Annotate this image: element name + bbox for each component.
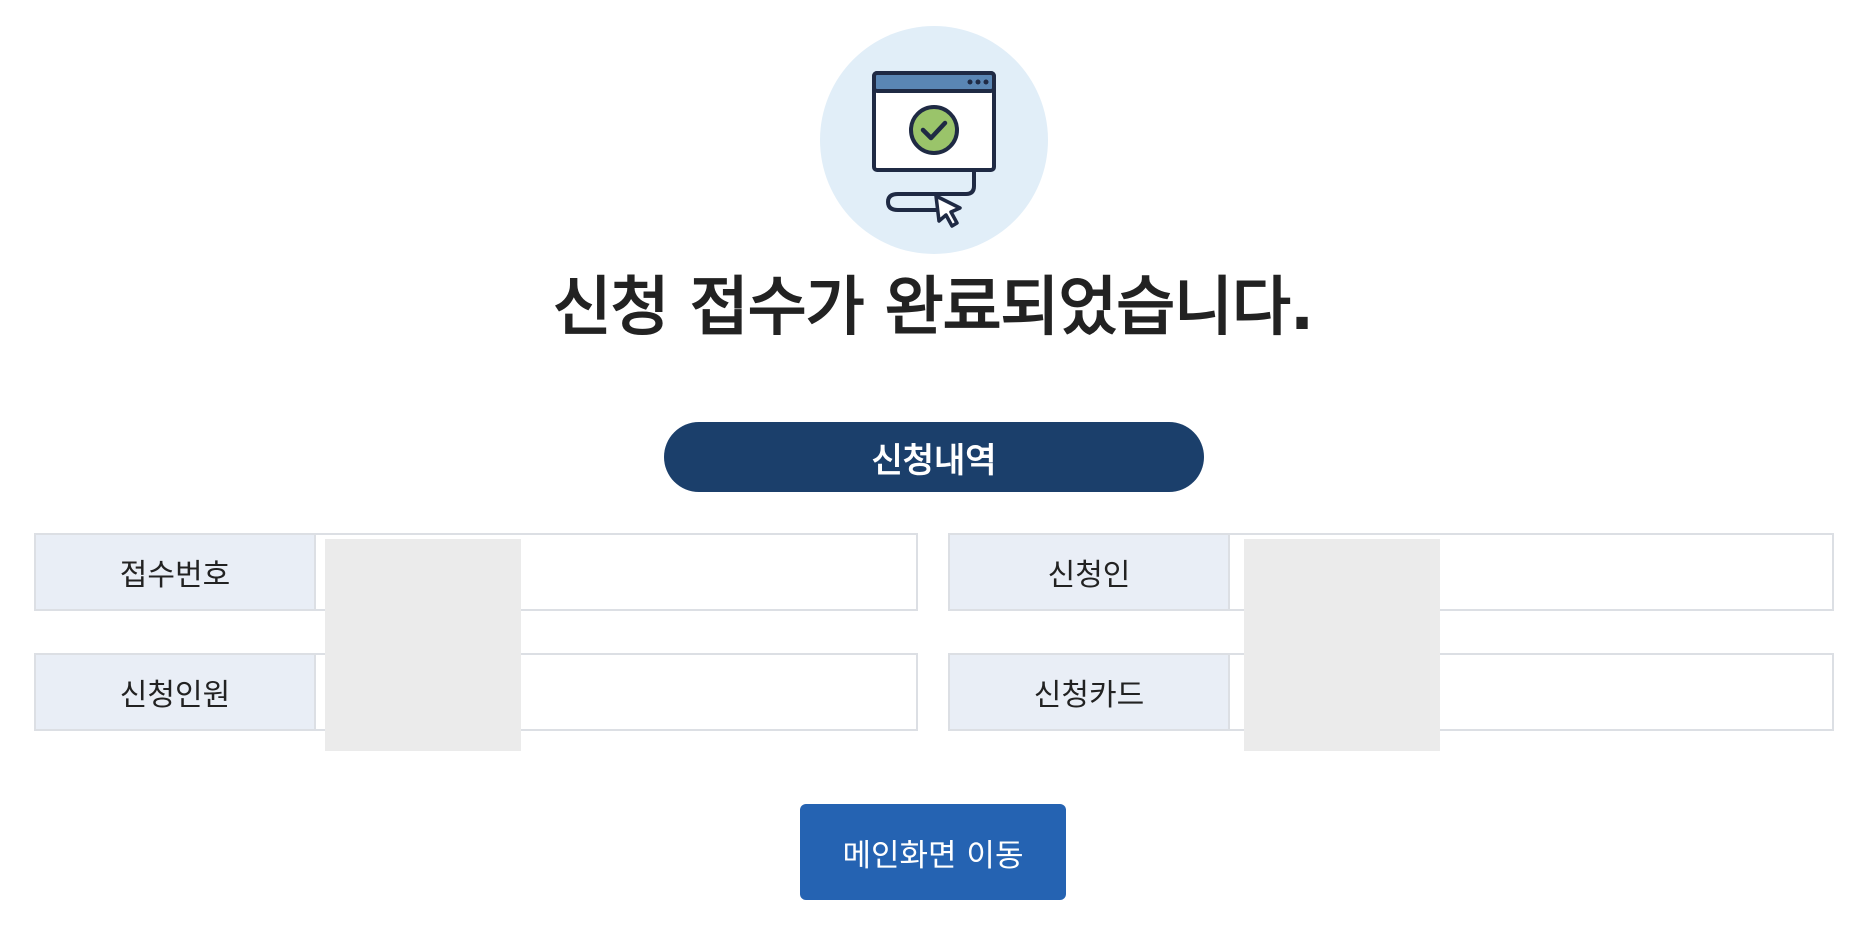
field-label: 신청인원 [36,655,316,729]
go-to-main-button[interactable]: 메인화면 이동 [800,804,1066,900]
section-heading-pill: 신청내역 [664,422,1204,492]
redaction-block [1244,539,1440,751]
page-title: 신청 접수가 완료되었습니다. [552,271,1314,345]
field-label: 신청인 [950,535,1230,609]
field-label: 접수번호 [36,535,316,609]
monitor-check-cursor-icon [872,71,996,228]
hero-icon-circle [820,26,1048,254]
field-label: 신청카드 [950,655,1230,729]
redaction-block [325,539,521,751]
